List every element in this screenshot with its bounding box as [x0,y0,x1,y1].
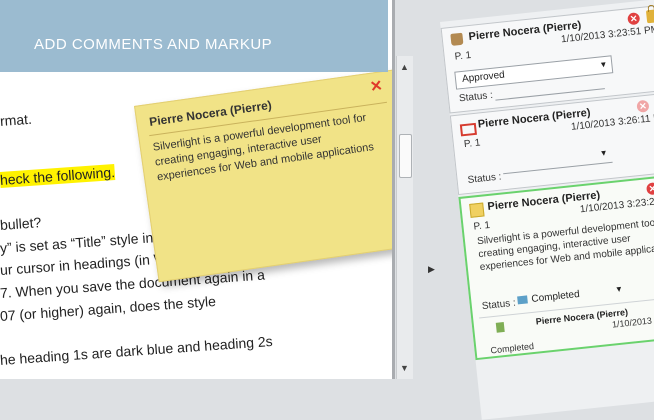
doc-line: rmat. [0,110,33,129]
completed-icon [517,295,528,305]
scroll-up-icon[interactable]: ▲ [400,62,409,72]
comment-text: Silverlight is a powerful development to… [476,216,654,274]
comment-page: P. 1 [454,49,472,63]
banner-title: ADD COMMENTS AND MARKUP [34,36,273,53]
approval-value: Approved [461,69,506,85]
chevron-down-icon: ▼ [598,59,608,70]
status-label: Status : [467,171,503,186]
delete-icon[interactable]: ✕ [627,12,641,26]
comments-panel: Pierre Nocera (Pierre) ✕ P. 1 1/10/2013 … [440,0,654,420]
chevron-down-icon: ▼ [614,284,624,295]
reply-status: Completed [490,340,535,356]
collapse-panel-icon[interactable]: ▶ [428,264,435,275]
delete-icon[interactable]: ✕ [645,182,654,196]
highlight-text: heck the following. [0,163,116,188]
doc-line: he heading 1s are dark blue and heading … [0,332,274,368]
rectangle-icon [459,122,477,137]
status-select[interactable]: ▼ [501,147,613,175]
status-label: Status : [481,297,517,313]
status-label: Status : [458,89,494,105]
comment-page: P. 1 [463,137,481,151]
sticky-note[interactable]: Pierre Nocera (Pierre) ✕ Silverlight is … [134,69,392,283]
sticky-note-author: Pierre Nocera (Pierre) [148,97,273,129]
comment-card-active[interactable]: Pierre Nocera (Pierre) ✕ P. 1 1/10/2013 … [458,172,654,361]
note-icon [469,202,485,218]
close-icon[interactable]: ✕ [369,76,384,96]
doc-line-highlighted: heck the following. [0,163,116,188]
status-value: Completed [530,288,581,305]
chevron-down-icon: ▼ [599,148,609,159]
delete-icon[interactable]: ✕ [636,99,650,113]
stamp-icon [450,32,464,46]
comment-page: P. 1 [473,219,491,233]
doc-line: bullet? [0,214,42,233]
scroll-thumb[interactable] [399,134,412,178]
lock-icon[interactable] [645,9,654,24]
vertical-scrollbar[interactable]: ▲ ▼ [396,56,413,379]
reply-icon [495,321,505,333]
title-banner: ADD COMMENTS AND MARKUP [0,0,388,72]
scroll-down-icon[interactable]: ▼ [400,363,409,373]
pane-divider[interactable] [392,0,395,379]
